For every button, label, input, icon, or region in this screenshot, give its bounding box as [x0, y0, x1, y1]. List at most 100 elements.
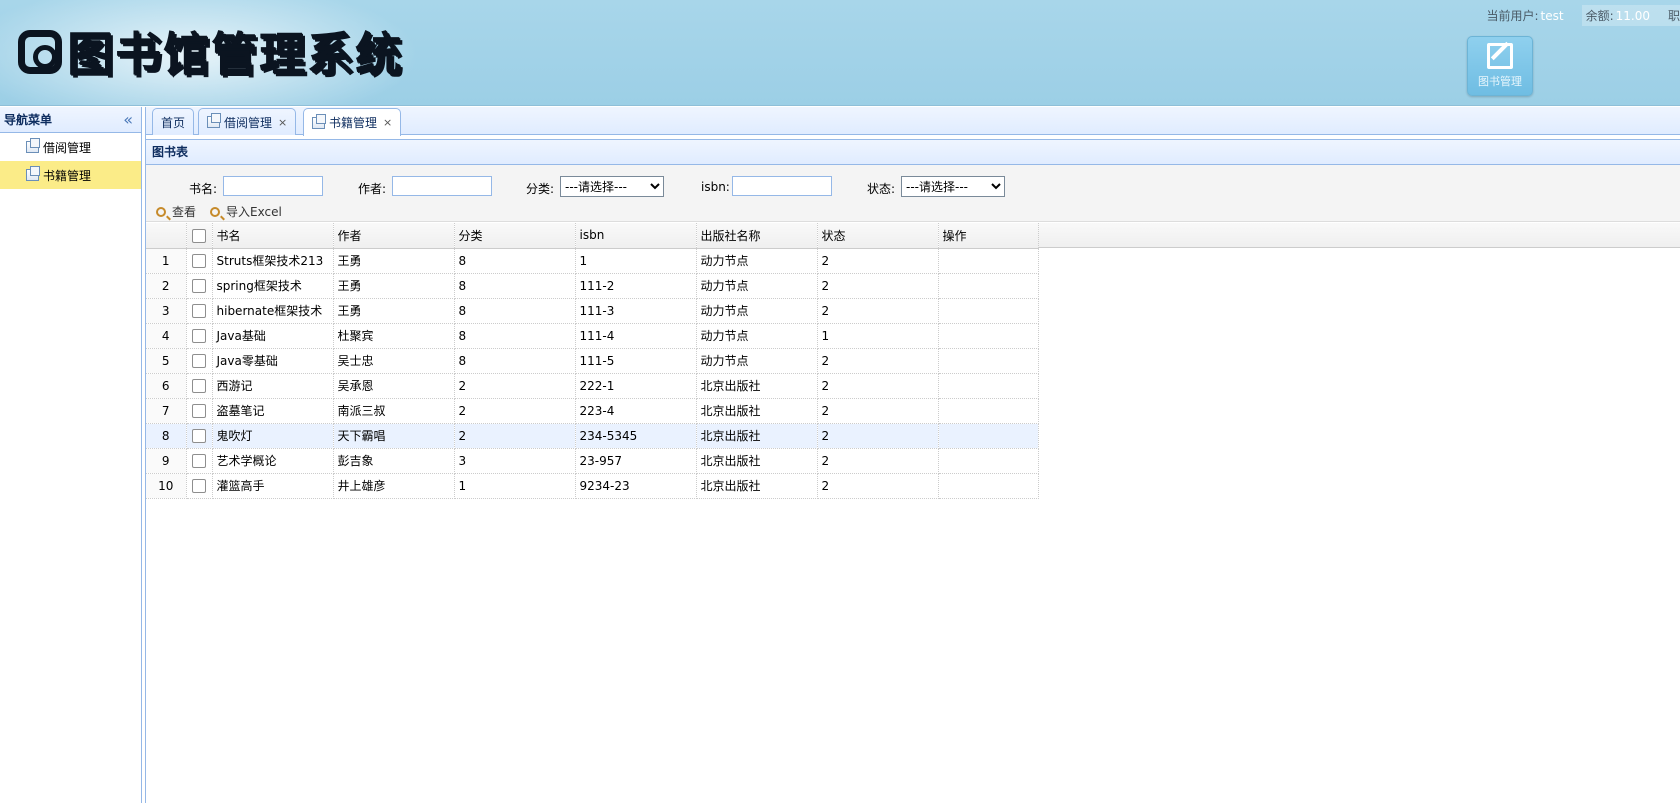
row-number: 8	[146, 423, 187, 449]
sidebar-item-borrow-management[interactable]: 借阅管理	[0, 133, 141, 161]
close-tab-icon[interactable]: ×	[278, 116, 287, 129]
row-checkbox-cell[interactable]	[186, 248, 213, 274]
collapse-sidebar-icon[interactable]: «	[123, 111, 133, 128]
cell-author: 彭吉象	[333, 448, 455, 474]
row-number: 2	[146, 273, 187, 299]
table-row[interactable]: 5 Java零基础 吴士忠 8 111-5 动力节点 2	[146, 348, 1039, 374]
cell-author: 井上雄彦	[333, 473, 455, 499]
row-checkbox-cell[interactable]	[186, 373, 213, 399]
row-checkbox-cell[interactable]	[186, 273, 213, 299]
row-number: 3	[146, 298, 187, 324]
cell-operation	[938, 273, 1039, 299]
cell-name: 鬼吹灯	[212, 423, 334, 449]
import-excel-button[interactable]: 导入Excel	[210, 203, 282, 220]
cell-operation	[938, 298, 1039, 324]
cell-isbn: 9234-23	[575, 473, 697, 499]
truncated-label: 职	[1667, 8, 1680, 23]
tab-borrow-management[interactable]: 借阅管理 ×	[198, 108, 297, 135]
view-button[interactable]: 查看	[156, 203, 196, 220]
row-checkbox-cell[interactable]	[186, 298, 213, 324]
cell-status: 2	[817, 348, 939, 374]
table-row[interactable]: 6 西游记 吴承恩 2 222-1 北京出版社 2	[146, 373, 1039, 399]
import-excel-button-label: 导入Excel	[226, 205, 282, 219]
cell-author: 王勇	[333, 248, 455, 274]
row-checkbox[interactable]	[192, 253, 206, 268]
table-row[interactable]: 10 灌篮高手 井上雄彦 1 9234-23 北京出版社 2	[146, 473, 1039, 499]
search-toolbar: 书名: 作者: 分类: ---请选择--- isbn: 状态: ---请选择--…	[146, 165, 1680, 222]
status-select[interactable]: ---请选择---	[901, 176, 1005, 197]
cell-name: 西游记	[212, 373, 334, 399]
column-header-name[interactable]: 书名	[212, 223, 334, 249]
column-header-operation[interactable]: 操作	[938, 223, 1039, 249]
row-checkbox-cell[interactable]	[186, 473, 213, 499]
column-header-category[interactable]: 分类	[454, 223, 576, 249]
cell-isbn: 111-5	[575, 348, 697, 374]
cell-author: 王勇	[333, 298, 455, 324]
cell-operation	[938, 473, 1039, 499]
close-tab-icon[interactable]: ×	[383, 116, 392, 129]
cell-category: 1	[454, 473, 576, 499]
row-checkbox[interactable]	[192, 403, 206, 418]
row-checkbox[interactable]	[192, 378, 206, 393]
cell-publisher: 动力节点	[696, 298, 818, 324]
sidebar-item-book-management[interactable]: 书籍管理	[0, 161, 141, 189]
row-checkbox-cell[interactable]	[186, 323, 213, 349]
cell-publisher: 动力节点	[696, 323, 818, 349]
cell-isbn: 222-1	[575, 373, 697, 399]
table-row[interactable]: 3 hibernate框架技术 王勇 8 111-3 动力节点 2	[146, 298, 1039, 324]
row-checkbox-cell[interactable]	[186, 398, 213, 424]
column-header-publisher[interactable]: 出版社名称	[696, 223, 818, 249]
tab-bar: 首页 借阅管理 × 书籍管理 ×	[146, 107, 1680, 136]
app-header: 图书馆管理系统 当前用户: test 余额: 11.00 职 图书管理	[0, 0, 1680, 106]
search-icon	[210, 206, 220, 217]
row-checkbox[interactable]	[192, 453, 206, 468]
row-checkbox[interactable]	[192, 278, 206, 293]
book-name-input[interactable]	[223, 176, 323, 196]
tab-book-management[interactable]: 书籍管理 ×	[303, 108, 402, 136]
book-management-quick-button[interactable]: 图书管理	[1467, 36, 1533, 96]
table-row[interactable]: 9 艺术学概论 彭吉象 3 23-957 北京出版社 2	[146, 448, 1039, 474]
cell-isbn: 1	[575, 248, 697, 274]
column-header-author[interactable]: 作者	[333, 223, 455, 249]
select-all-checkbox[interactable]	[192, 228, 206, 243]
navigation-sidebar: 导航菜单 « 借阅管理 书籍管理	[0, 107, 142, 803]
cell-name: 盗墓笔记	[212, 398, 334, 424]
row-checkbox-cell[interactable]	[186, 423, 213, 449]
column-header-status[interactable]: 状态	[817, 223, 939, 249]
book-name-label: 书名:	[189, 182, 218, 196]
row-checkbox[interactable]	[192, 328, 206, 343]
cell-status: 2	[817, 473, 939, 499]
row-checkbox[interactable]	[192, 353, 206, 368]
grid-header-filler	[1037, 223, 1680, 248]
table-row[interactable]: 4 Java基础 杜聚宾 8 111-4 动力节点 1	[146, 323, 1039, 349]
table-row[interactable]: 1 Struts框架技术213 王勇 8 1 动力节点 2	[146, 248, 1039, 274]
row-number: 6	[146, 373, 187, 399]
table-row[interactable]: 7 盗墓笔记 南派三叔 2 223-4 北京出版社 2	[146, 398, 1039, 424]
table-row[interactable]: 8 鬼吹灯 天下霸唱 2 234-5345 北京出版社 2	[146, 423, 1039, 449]
row-checkbox-cell[interactable]	[186, 448, 213, 474]
row-number: 7	[146, 398, 187, 424]
row-number: 10	[146, 473, 187, 499]
author-input[interactable]	[392, 176, 492, 196]
column-header-isbn[interactable]: isbn	[575, 223, 697, 249]
select-all-checkbox-cell[interactable]	[186, 223, 213, 249]
current-user-name: test	[1540, 8, 1564, 23]
isbn-label: isbn:	[701, 180, 730, 194]
rownum-header	[146, 223, 187, 249]
row-checkbox[interactable]	[192, 428, 206, 443]
current-user: 当前用户: test	[1486, 7, 1563, 24]
isbn-input[interactable]	[732, 176, 832, 196]
row-checkbox-cell[interactable]	[186, 348, 213, 374]
tab-label: 首页	[161, 115, 186, 130]
cell-author: 吴承恩	[333, 373, 455, 399]
balance-area: 余额: 11.00 职	[1581, 4, 1680, 26]
row-checkbox[interactable]	[192, 303, 206, 318]
cell-category: 2	[454, 398, 576, 424]
cell-author: 杜聚宾	[333, 323, 455, 349]
category-select[interactable]: ---请选择---	[560, 176, 664, 197]
cell-category: 2	[454, 423, 576, 449]
table-row[interactable]: 2 spring框架技术 王勇 8 111-2 动力节点 2	[146, 273, 1039, 299]
sidebar-item-label: 书籍管理	[43, 168, 92, 183]
row-checkbox[interactable]	[192, 478, 206, 493]
tab-home[interactable]: 首页	[152, 108, 195, 135]
